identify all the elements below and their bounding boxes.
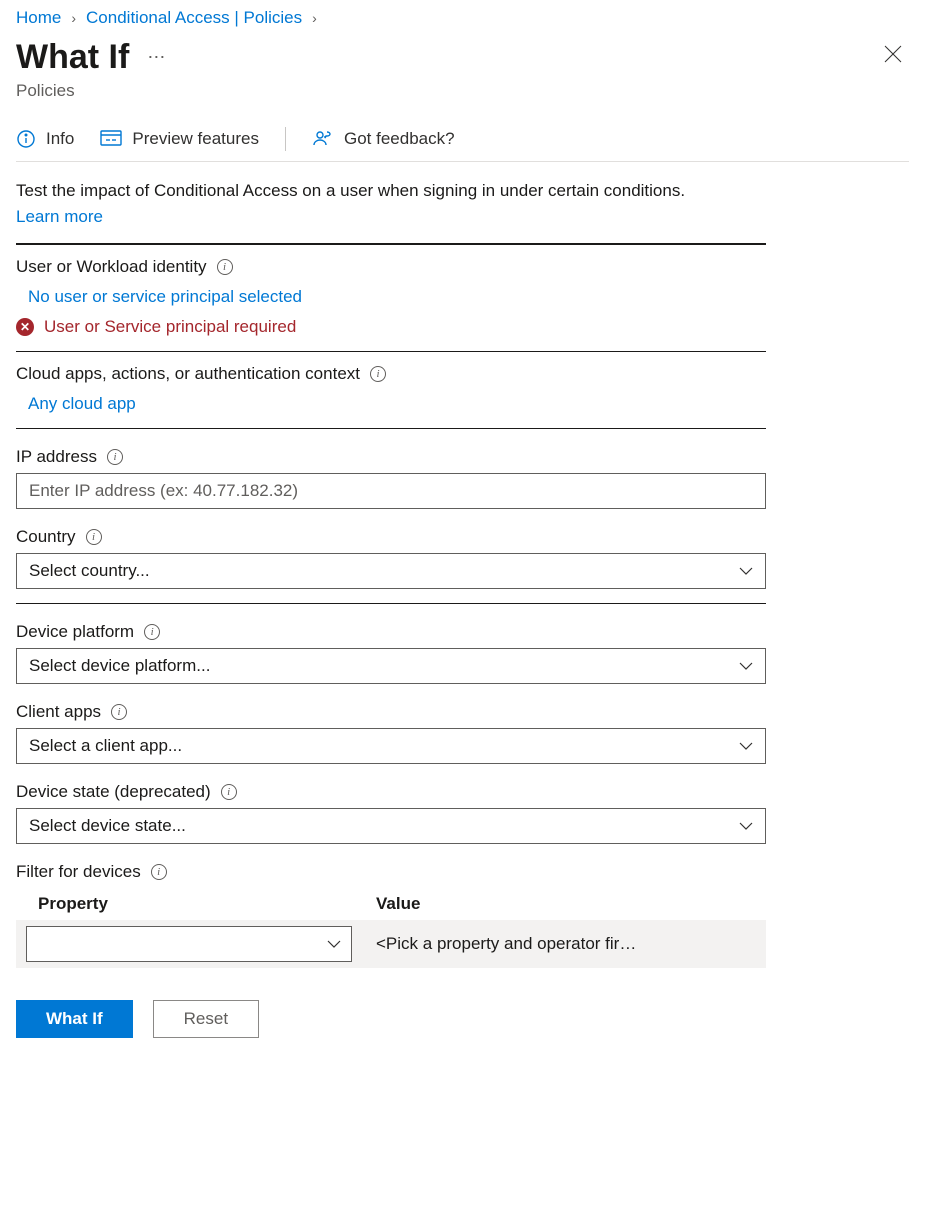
chevron-down-icon — [739, 656, 753, 676]
info-label: Info — [46, 129, 74, 149]
ip-label: IP address — [16, 447, 97, 467]
cloud-apps-label: Cloud apps, actions, or authentication c… — [16, 364, 360, 384]
filter-value-placeholder: <Pick a property and operator fir… — [376, 934, 636, 954]
chevron-down-icon — [739, 736, 753, 756]
page-subtitle: Policies — [16, 81, 166, 101]
preview-label: Preview features — [132, 129, 259, 149]
reset-button[interactable]: Reset — [153, 1000, 259, 1038]
chevron-right-icon: › — [71, 10, 76, 26]
chevron-down-icon — [327, 934, 341, 954]
filter-for-devices-field: Filter for devices i Property Value <Pic… — [16, 862, 766, 968]
whatif-button[interactable]: What If — [16, 1000, 133, 1038]
info-icon — [16, 129, 36, 149]
page-title: What If — [16, 38, 129, 77]
chevron-down-icon — [739, 816, 753, 836]
client-apps-value: Select a client app... — [29, 736, 182, 756]
chevron-right-icon: › — [312, 10, 317, 26]
error-icon: ✕ — [16, 318, 34, 336]
info-icon[interactable]: i — [370, 366, 386, 382]
device-platform-label: Device platform — [16, 622, 134, 642]
preview-features-button[interactable]: Preview features — [100, 129, 259, 149]
info-icon[interactable]: i — [217, 259, 233, 275]
info-icon[interactable]: i — [107, 449, 123, 465]
info-icon[interactable]: i — [86, 529, 102, 545]
device-state-select[interactable]: Select device state... — [16, 808, 766, 844]
learn-more-link[interactable]: Learn more — [16, 207, 103, 226]
intro-text: Test the impact of Conditional Access on… — [16, 178, 696, 229]
ip-input[interactable] — [16, 473, 766, 509]
divider — [16, 603, 766, 604]
feedback-button[interactable]: Got feedback? — [312, 129, 455, 149]
close-icon — [883, 44, 903, 64]
close-button[interactable] — [877, 38, 909, 75]
client-apps-field: Client apps i Select a client app... — [16, 702, 766, 764]
info-icon[interactable]: i — [144, 624, 160, 640]
preview-icon — [100, 130, 122, 148]
country-value: Select country... — [29, 561, 150, 581]
cloud-apps-link[interactable]: Any cloud app — [28, 394, 136, 413]
client-apps-label: Client apps — [16, 702, 101, 722]
country-field: Country i Select country... — [16, 527, 766, 589]
device-platform-field: Device platform i Select device platform… — [16, 622, 766, 684]
info-button[interactable]: Info — [16, 129, 74, 149]
device-platform-select[interactable]: Select device platform... — [16, 648, 766, 684]
country-select[interactable]: Select country... — [16, 553, 766, 589]
feedback-icon — [312, 129, 334, 149]
ip-address-field: IP address i — [16, 447, 766, 509]
chevron-down-icon — [739, 561, 753, 581]
info-icon[interactable]: i — [221, 784, 237, 800]
more-actions-button[interactable]: ⋯ — [147, 47, 166, 68]
command-bar: Info Preview features Got feedback? — [16, 127, 909, 162]
user-identity-section: User or Workload identity i No user or s… — [16, 243, 766, 352]
filter-col-property: Property — [16, 894, 376, 914]
filter-label: Filter for devices — [16, 862, 141, 882]
country-label: Country — [16, 527, 76, 547]
info-icon[interactable]: i — [111, 704, 127, 720]
filter-property-select[interactable] — [26, 926, 352, 962]
client-apps-select[interactable]: Select a client app... — [16, 728, 766, 764]
filter-table-header: Property Value — [16, 888, 766, 920]
breadcrumb-home[interactable]: Home — [16, 8, 61, 28]
select-user-link[interactable]: No user or service principal selected — [28, 287, 302, 306]
footer-actions: What If Reset — [16, 1000, 909, 1038]
breadcrumb: Home › Conditional Access | Policies › — [16, 8, 909, 28]
user-error-text: User or Service principal required — [44, 317, 296, 337]
breadcrumb-conditional-access[interactable]: Conditional Access | Policies — [86, 8, 302, 28]
user-error: ✕ User or Service principal required — [16, 317, 766, 337]
feedback-label: Got feedback? — [344, 129, 455, 149]
filter-col-value: Value — [376, 894, 766, 914]
device-state-field: Device state (deprecated) i Select devic… — [16, 782, 766, 844]
info-icon[interactable]: i — [151, 864, 167, 880]
filter-table-row: <Pick a property and operator fir… — [16, 920, 766, 968]
user-identity-label: User or Workload identity — [16, 257, 207, 277]
cloud-apps-section: Cloud apps, actions, or authentication c… — [16, 352, 766, 429]
separator — [285, 127, 286, 151]
device-platform-value: Select device platform... — [29, 656, 210, 676]
device-state-value: Select device state... — [29, 816, 186, 836]
device-state-label: Device state (deprecated) — [16, 782, 211, 802]
